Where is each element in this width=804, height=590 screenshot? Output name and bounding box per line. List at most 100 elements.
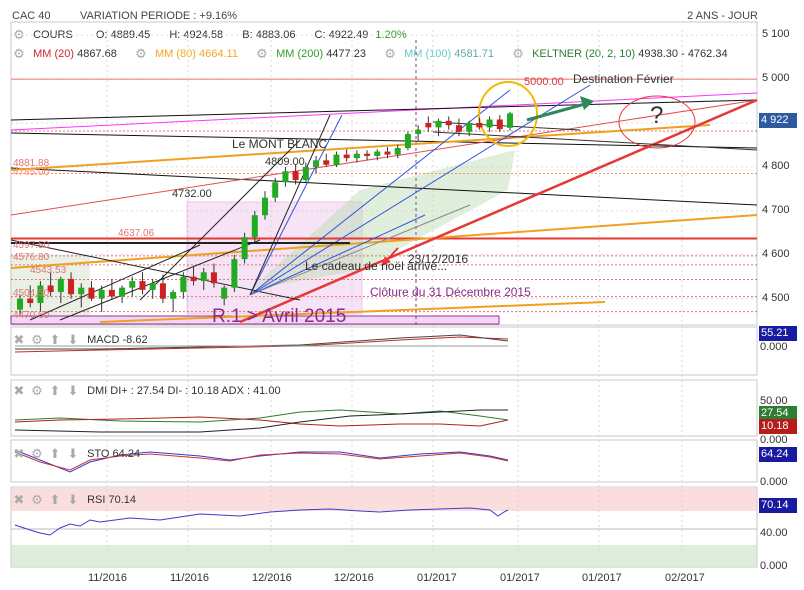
arrow-up-icon[interactable]: ⬆	[48, 447, 62, 461]
sto-label: STO	[87, 447, 110, 460]
candle-body	[149, 283, 156, 290]
gear-icon[interactable]: ⚙	[30, 333, 44, 347]
candle-body	[210, 272, 217, 284]
sto-tag: 64.24	[759, 447, 797, 462]
gear-icon[interactable]: ⚙	[30, 447, 44, 461]
date-2312-label: 23/12/2016	[408, 252, 469, 266]
arrow-down-icon[interactable]: ⬇	[66, 447, 80, 461]
arrow-up-icon[interactable]: ⬆	[48, 333, 62, 347]
sto-controls: ✖ ⚙ ⬆ ⬇ STO 64.24	[12, 447, 141, 461]
candle-body	[221, 287, 228, 299]
candle-body	[190, 276, 197, 282]
x-label-2: 11/2016	[170, 572, 209, 584]
gear-icon[interactable]: ⚙	[30, 384, 44, 398]
level-5000-label: 5000.00	[524, 76, 564, 88]
x-label-3: 12/2016	[252, 572, 292, 584]
x-label-5: 01/2017	[417, 572, 457, 584]
candle-body	[78, 287, 85, 295]
gear-icon[interactable]: ⚙	[30, 493, 44, 507]
price-tick-6: 4 500	[762, 291, 790, 304]
candle-body	[343, 154, 350, 159]
candle-body	[200, 272, 207, 282]
candle-body	[507, 113, 513, 128]
candle-body	[129, 281, 136, 288]
candle-body	[27, 298, 34, 304]
left-level-2: 4785.00	[13, 167, 50, 178]
candle-body	[394, 148, 401, 155]
candle-body	[476, 123, 483, 128]
left-level-4: 4597.50	[13, 240, 50, 251]
candle-body	[323, 160, 330, 165]
arrow-down-icon[interactable]: ⬇	[66, 333, 80, 347]
dmi-minus-tag: 10.18	[759, 419, 797, 434]
candle-body	[384, 151, 391, 155]
left-level-8: 4470.60	[13, 310, 50, 321]
mont-blanc-label: Le MONT BLANC	[232, 137, 328, 151]
candle-body	[98, 289, 105, 299]
x-label-1: 11/2016	[88, 572, 127, 584]
candle-body	[170, 292, 177, 299]
close-icon[interactable]: ✖	[12, 447, 26, 461]
left-level-7: 4504.50	[13, 288, 50, 299]
candle-body	[88, 287, 95, 299]
x-label-6: 01/2017	[500, 572, 540, 584]
x-label-4: 12/2016	[334, 572, 374, 584]
close-icon[interactable]: ✖	[12, 384, 26, 398]
candle-body	[435, 120, 442, 128]
question-mark: ?	[650, 102, 664, 129]
left-level-5: 4576.80	[13, 252, 50, 263]
macd-zero: 0.000	[760, 341, 788, 353]
candle-body	[57, 278, 64, 293]
left-level-6: 4543.53	[30, 265, 67, 276]
destination-label: Destination Février	[573, 72, 674, 86]
dmi-lines	[14, 409, 509, 433]
candle-body	[425, 123, 432, 128]
arrow-down-icon[interactable]: ⬇	[66, 493, 80, 507]
macd-value: -8.62	[122, 333, 148, 346]
macd-tag: 55.21	[759, 326, 797, 341]
candle-body	[180, 276, 187, 293]
dmi-label: DMI	[87, 384, 108, 397]
x-label-8: 02/2017	[665, 572, 705, 584]
level-4809-label: 4809.00	[265, 156, 305, 168]
rsi-value: 70.14	[108, 493, 136, 506]
candle-body	[333, 154, 340, 165]
candle-body	[313, 160, 320, 167]
arrow-down-icon[interactable]: ⬇	[66, 384, 80, 398]
left-level-3: 4637.06	[118, 228, 155, 239]
price-tick-5: 4 600	[762, 247, 790, 260]
dmi-controls: ✖ ⚙ ⬆ ⬇ DMI DI+ : 27.54 DI- : 10.18 ADX : 4…	[12, 384, 281, 398]
close-icon[interactable]: ✖	[12, 333, 26, 347]
candle-body	[455, 125, 462, 132]
candle-body	[282, 171, 289, 183]
candle-body	[496, 119, 503, 130]
r1-label: R.1 > Avril 2015	[212, 306, 347, 327]
rsi-mid: 40.00	[760, 527, 788, 539]
arrow-up-icon[interactable]: ⬆	[48, 493, 62, 507]
sto-value: 64.24	[112, 447, 141, 460]
candle-body	[251, 215, 258, 238]
price-tick-0: 5 100	[762, 28, 790, 41]
rsi-line	[14, 507, 509, 536]
candle-body	[415, 129, 422, 134]
rsi-zero: 0.000	[760, 560, 788, 572]
sto-zero: 0.000	[760, 476, 788, 488]
candle-body	[486, 119, 493, 128]
rsi-controls: ✖ ⚙ ⬆ ⬇ RSI 70.14	[12, 493, 136, 507]
dmi-zero: 0.000	[760, 434, 788, 446]
candle-body	[353, 153, 360, 159]
candle-body	[119, 287, 126, 297]
x-label-7: 01/2017	[582, 572, 622, 584]
candle-body	[262, 197, 268, 216]
rsi-oversold-zone	[11, 545, 757, 567]
arrow-up-icon[interactable]: ⬆	[48, 384, 62, 398]
cloture-label: Clôture du 31 Décembre 2015	[370, 285, 531, 299]
price-tick-4: 4 700	[762, 203, 790, 216]
candle-body	[68, 278, 75, 295]
candle-body	[292, 171, 299, 181]
candle-body	[108, 289, 115, 297]
candle-body	[302, 166, 309, 181]
price-tick-3: 4 800	[762, 159, 790, 172]
close-icon[interactable]: ✖	[12, 493, 26, 507]
candle-body	[17, 298, 23, 310]
